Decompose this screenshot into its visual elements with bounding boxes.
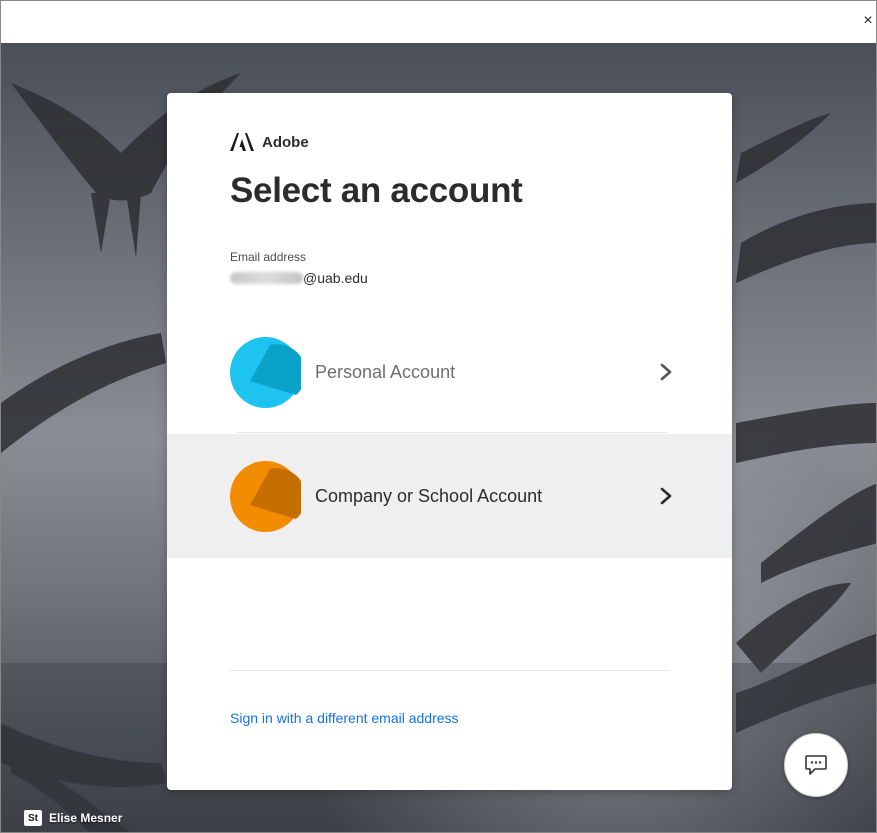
feedback-button[interactable] [784,733,848,797]
email-domain: @uab.edu [303,270,368,286]
company-account-label: Company or School Account [315,485,543,506]
email-label: Email address [230,250,307,264]
divider [237,432,667,433]
footer-divider [230,670,670,671]
company-account-option[interactable]: Company or School Account [167,434,732,558]
photo-credit: St Elise Mesner [24,810,122,826]
photographer-name: Elise Mesner [49,811,123,825]
sign-in-window: × Adobe Select an account Email address … [0,0,877,833]
brand-header: Adobe [230,133,309,151]
personal-account-icon [230,336,301,408]
personal-account-label: Personal Account [315,361,456,382]
personal-account-option[interactable]: Personal Account [167,310,732,434]
email-address: @uab.edu [230,270,368,286]
chat-bubble-icon [805,755,827,775]
close-button[interactable]: × [860,11,876,31]
company-account-icon [230,460,301,532]
page-title: Select an account [230,171,523,210]
brand-name: Adobe [262,133,309,151]
sign-in-different-email-link[interactable]: Sign in with a different email address [230,710,459,726]
adobe-logo-icon [230,133,254,151]
account-selection-card: Adobe Select an account Email address @u… [167,93,732,790]
stock-badge: St [24,810,42,826]
redacted-email-user [230,272,303,284]
title-bar: × [1,1,876,44]
chevron-right-icon [660,363,672,381]
chevron-right-icon [660,487,672,505]
